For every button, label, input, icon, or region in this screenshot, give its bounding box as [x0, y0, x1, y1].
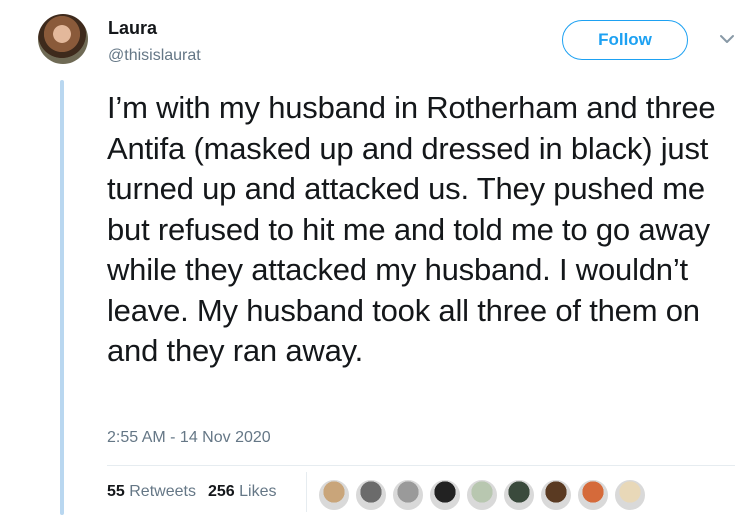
retweets-stat[interactable]: 55 Retweets — [107, 483, 196, 500]
retweets-count: 55 — [107, 483, 125, 500]
liker-avatar[interactable] — [429, 479, 461, 511]
retweets-label: Retweets — [129, 483, 196, 500]
tweet-stats: 55 Retweets 256 Likes — [107, 483, 276, 501]
divider — [107, 465, 735, 466]
liker-avatar[interactable] — [540, 479, 572, 511]
liker-avatar[interactable] — [466, 479, 498, 511]
stats-separator — [306, 472, 307, 512]
tweet-text: I’m with my husband in Rotherham and thr… — [107, 90, 716, 368]
tweet-timestamp[interactable]: 2:55 AM - 14 Nov 2020 — [107, 429, 271, 447]
liker-avatar[interactable] — [392, 479, 424, 511]
avatar[interactable] — [38, 14, 88, 64]
follow-button[interactable]: Follow — [562, 20, 688, 60]
liker-avatar[interactable] — [318, 479, 350, 511]
chevron-down-icon[interactable] — [718, 30, 736, 48]
liker-avatar[interactable] — [503, 479, 535, 511]
thread-line — [60, 80, 64, 515]
author-handle[interactable]: @thisislaurat — [108, 47, 201, 65]
likes-stat[interactable]: 256 Likes — [208, 483, 277, 500]
liker-avatar[interactable] — [577, 479, 609, 511]
likes-count: 256 — [207, 483, 235, 500]
author-name[interactable]: Laura — [108, 18, 157, 39]
liker-avatar[interactable] — [614, 479, 646, 511]
liker-avatar[interactable] — [355, 479, 387, 511]
liker-avatars — [318, 479, 651, 511]
likes-label: Likes — [239, 483, 277, 500]
